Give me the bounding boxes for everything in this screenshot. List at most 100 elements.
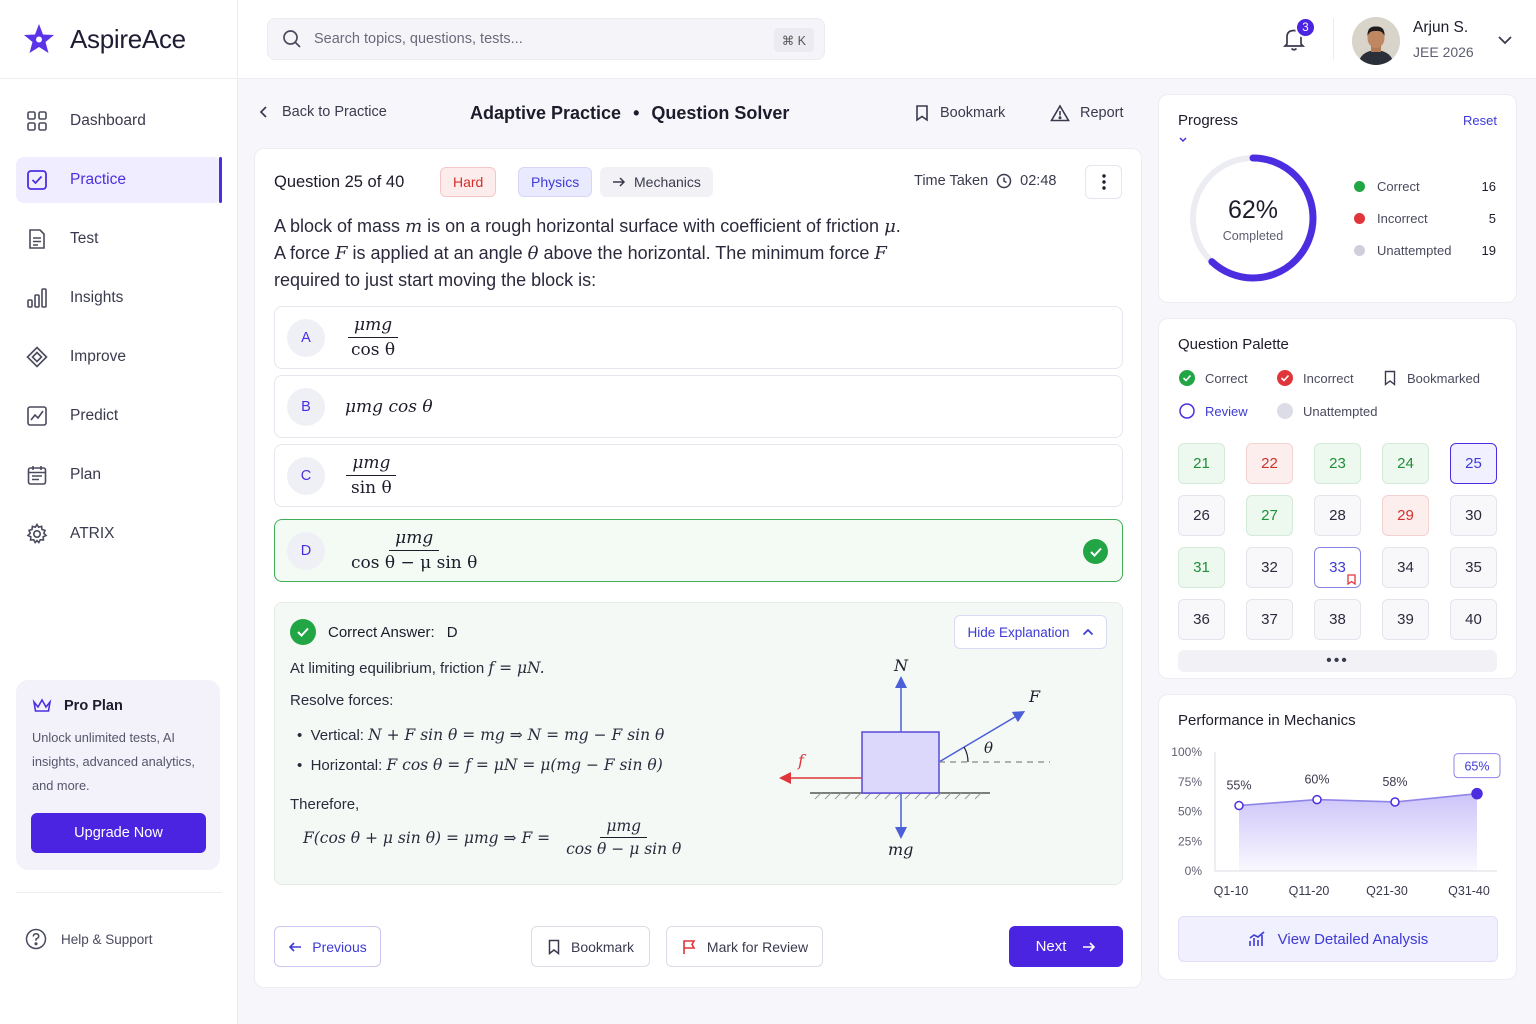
main-nav: Dashboard Practice Test Insights Improve	[16, 98, 222, 570]
explanation-bullet: • Horizontal: F cos θ = f = μN = μ(mg − …	[297, 756, 663, 774]
time-label: Time Taken	[914, 173, 989, 189]
palette-question-button[interactable]: 27	[1246, 495, 1293, 536]
sidebar-item-dashboard[interactable]: Dashboard	[16, 98, 222, 144]
grey-dot-icon	[1354, 245, 1365, 256]
previous-button[interactable]: Previous	[274, 926, 381, 967]
palette-question-button[interactable]: 26	[1178, 495, 1225, 536]
chart-point	[1234, 800, 1244, 811]
question-number: 28	[1329, 507, 1346, 524]
question-number: 23	[1329, 455, 1346, 472]
option-b[interactable]: B μmg cos θ	[274, 375, 1123, 438]
legend-value: 16	[1481, 179, 1496, 194]
show-more-button[interactable]: •••	[1178, 650, 1497, 672]
sidebar-item-label: Improve	[70, 348, 126, 365]
sidebar-item-practice[interactable]: Practice	[16, 157, 222, 203]
app-name: AspireAce	[70, 23, 186, 54]
page-title: Adaptive Practice • Question Solver	[470, 103, 789, 124]
pro-plan-card: Pro Plan Unlock unlimited tests, AI insi…	[16, 680, 220, 870]
palette-question-button[interactable]: 24	[1382, 443, 1429, 484]
bookmark-icon	[916, 105, 928, 122]
option-letter: B	[287, 388, 325, 426]
mark-for-review-button[interactable]: Mark for Review	[666, 926, 823, 967]
palette-question-button[interactable]: 39	[1382, 599, 1429, 640]
avatar[interactable]	[1352, 17, 1400, 65]
sidebar-item-atrix[interactable]: ATRIX	[16, 511, 222, 557]
check-circle-icon	[290, 619, 316, 645]
legend-value: 19	[1481, 243, 1496, 258]
text-span: A block of mass	[274, 216, 406, 236]
legend-bookmarked: Bookmarked	[1383, 370, 1480, 386]
bookmark-button[interactable]: Bookmark	[531, 926, 650, 967]
palette-question-button[interactable]: 30	[1450, 495, 1497, 536]
review-label: Mark for Review	[706, 938, 809, 955]
palette-question-button[interactable]: 31	[1178, 547, 1225, 588]
palette-question-button[interactable]: 28	[1314, 495, 1361, 536]
palette-question-button[interactable]: 21	[1178, 443, 1225, 484]
bookmark-top-button[interactable]: Bookmark	[914, 104, 1005, 122]
grid-icon	[26, 110, 48, 132]
y-tick-label: 50%	[1178, 805, 1202, 819]
sidebar-item-plan[interactable]: Plan	[16, 452, 222, 498]
sidebar-item-improve[interactable]: Improve	[16, 334, 222, 380]
x-tick-label: Q11-20	[1289, 884, 1330, 898]
page-title-left: Adaptive Practice	[470, 103, 622, 123]
bullet-dot: •	[297, 727, 311, 744]
palette-question-button[interactable]: 22	[1246, 443, 1293, 484]
palette-question-button[interactable]: 38	[1314, 599, 1361, 640]
arrow-right-icon	[1083, 941, 1096, 952]
search-input[interactable]	[314, 31, 754, 47]
text-span: above the horizontal. The minimum force	[538, 243, 875, 263]
reset-link[interactable]: Reset	[1463, 113, 1497, 128]
option-c[interactable]: C μmg sin θ	[274, 444, 1123, 507]
next-button[interactable]: Next	[1009, 926, 1123, 967]
grey-circle-icon	[1277, 403, 1293, 419]
more-options-button[interactable]	[1085, 165, 1122, 199]
search-bar[interactable]: ⌘ K	[267, 18, 825, 60]
force-label: F	[1028, 687, 1041, 706]
question-line: A force F is applied at an angle θ above…	[274, 240, 974, 267]
free-body-diagram: N mg F θ f	[779, 656, 1050, 859]
chart-point	[1390, 797, 1400, 807]
palette-question-button[interactable]: 23	[1314, 443, 1361, 484]
app-logo[interactable]: AspireAce	[22, 22, 186, 56]
question-number: 25	[1465, 455, 1482, 472]
palette-question-button[interactable]: 34	[1382, 547, 1429, 588]
question-number: 29	[1397, 507, 1414, 524]
hide-explanation-button[interactable]: Hide Explanation	[954, 615, 1107, 649]
palette-question-button[interactable]: 37	[1246, 599, 1293, 640]
bookmark-label: Bookmark	[570, 938, 635, 955]
fraction-numerator: μmg	[346, 453, 397, 476]
palette-question-button[interactable]: 25	[1450, 443, 1497, 484]
clock-icon	[996, 173, 1012, 189]
sidebar-item-insights[interactable]: Insights	[16, 275, 222, 321]
legend-label: Incorrect	[1303, 370, 1354, 386]
palette-question-button[interactable]: 36	[1178, 599, 1225, 640]
back-to-practice-link[interactable]: Back to Practice	[258, 104, 387, 120]
palette-question-button[interactable]: 32	[1246, 547, 1293, 588]
palette-question-button[interactable]: 29	[1382, 495, 1429, 536]
option-d[interactable]: D μmg cos θ − μ sin θ	[274, 519, 1123, 582]
upgrade-now-button[interactable]: Upgrade Now	[31, 813, 206, 853]
final-fraction: μmg cos θ − μ sin θ	[560, 817, 687, 858]
chevron-down-icon[interactable]	[1179, 137, 1187, 143]
chart-point	[1312, 794, 1322, 805]
checkbox-icon	[26, 169, 48, 191]
sidebar-item-label: Dashboard	[70, 112, 146, 129]
data-label: 65%	[1464, 760, 1489, 774]
report-button[interactable]: Report	[1050, 104, 1124, 122]
text-span: .	[895, 216, 901, 236]
sidebar-item-test[interactable]: Test	[16, 216, 222, 262]
sidebar-item-predict[interactable]: Predict	[16, 393, 222, 439]
help-support-link[interactable]: Help & Support	[25, 928, 153, 950]
legend-label: Unattempted	[1377, 243, 1452, 258]
circle-outline-icon	[1179, 403, 1195, 419]
chevron-down-icon[interactable]	[1497, 34, 1513, 46]
option-a[interactable]: A μmg cos θ	[274, 306, 1123, 369]
calendar-icon	[26, 464, 48, 486]
view-detailed-analysis-button[interactable]: View Detailed Analysis	[1178, 916, 1498, 962]
palette-question-button[interactable]: 40	[1450, 599, 1497, 640]
palette-question-button[interactable]: 35	[1450, 547, 1497, 588]
palette-question-button[interactable]: 33	[1314, 547, 1361, 588]
topic-label: Mechanics	[634, 174, 701, 190]
option-math: μmg cos θ	[345, 396, 433, 417]
